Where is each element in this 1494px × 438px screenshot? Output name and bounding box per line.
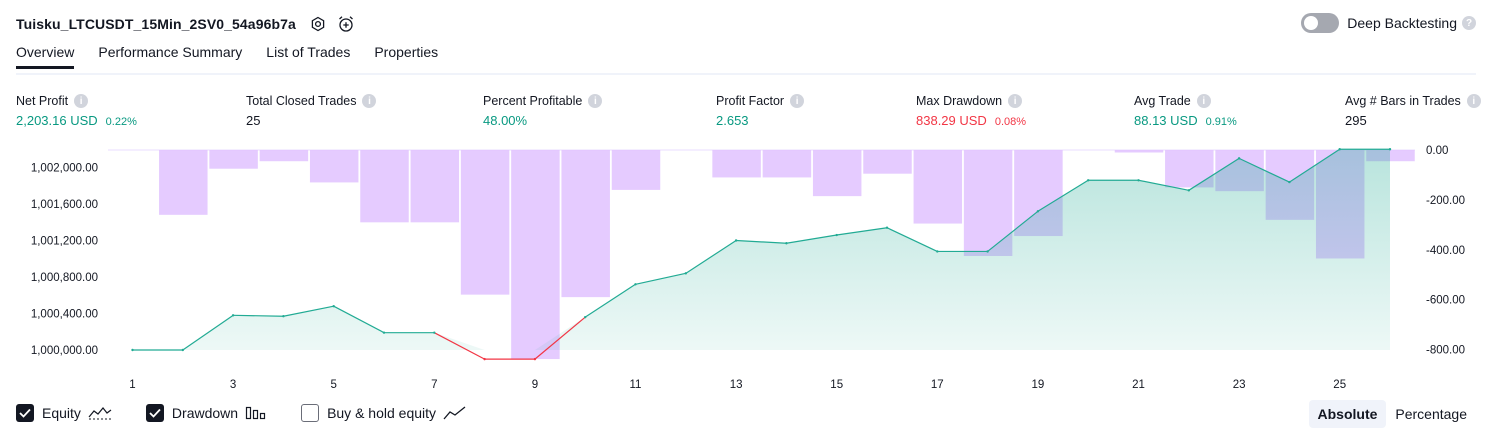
drawdown-bar xyxy=(309,150,359,183)
legend-buy-hold[interactable]: Buy & hold equity xyxy=(301,404,467,422)
x-tick-label: 15 xyxy=(830,379,843,391)
buy-hold-line-icon xyxy=(443,405,467,421)
equity-point xyxy=(231,314,235,317)
drawdown-bar xyxy=(812,150,862,197)
equity-point xyxy=(1036,210,1040,213)
legend-buy-hold-label: Buy & hold equity xyxy=(327,405,437,421)
equity-point xyxy=(1137,179,1140,182)
legend-drawdown-label: Drawdown xyxy=(171,405,239,421)
drawdown-bars-icon xyxy=(245,405,267,421)
x-tick-label: 23 xyxy=(1233,379,1246,391)
drawdown-bar xyxy=(1114,150,1164,153)
equity-point xyxy=(1187,189,1191,192)
drawdown-bar xyxy=(259,150,309,162)
equity-point xyxy=(986,250,989,253)
y-left-tick-label: 1,001,600.00 xyxy=(31,199,98,211)
legend-equity-label: Equity xyxy=(42,405,81,421)
equity-point xyxy=(282,315,285,318)
x-tick-label: 3 xyxy=(230,379,236,391)
chart-legend: Equity Drawdown Buy & hold equity xyxy=(16,404,501,422)
y-left-tick-label: 1,000,000.00 xyxy=(31,345,98,357)
x-tick-label: 19 xyxy=(1032,379,1045,391)
x-tick-label: 13 xyxy=(730,379,743,391)
equity-point xyxy=(634,283,637,286)
equity-point xyxy=(131,348,134,352)
equity-point xyxy=(382,331,386,334)
equity-point xyxy=(835,233,838,237)
y-right-tick-label: -600.00 xyxy=(1426,295,1465,307)
equity-point xyxy=(885,226,889,229)
equity-point xyxy=(584,315,587,319)
drawdown-bar xyxy=(561,150,610,298)
x-tick-label: 9 xyxy=(532,379,538,391)
equity-point xyxy=(936,250,939,253)
display-mode-switch: Absolute Percentage xyxy=(1308,400,1477,428)
equity-point xyxy=(533,357,537,361)
equity-point xyxy=(483,357,486,361)
x-tick-label: 25 xyxy=(1333,379,1346,391)
drawdown-bar xyxy=(159,150,208,215)
legend-drawdown[interactable]: Drawdown xyxy=(145,404,267,422)
equity-point xyxy=(785,242,788,245)
equity-point xyxy=(332,305,335,308)
y-left-tick-label: 1,000,400.00 xyxy=(31,309,98,321)
equity-point xyxy=(684,272,687,275)
equity-drawdown-chart: 1,000,000.00 1,000,400.00 1,000,800.00 1,00… xyxy=(31,145,1465,391)
equity-point xyxy=(181,348,184,352)
drawdown-bar xyxy=(360,150,409,223)
drawdown-bar xyxy=(209,150,258,169)
drawdown-bar xyxy=(863,150,912,174)
equity-checkbox[interactable] xyxy=(16,404,34,422)
legend-equity[interactable]: Equity xyxy=(16,404,112,422)
mode-absolute[interactable]: Absolute xyxy=(1308,400,1387,428)
y-right-tick-label: -400.00 xyxy=(1426,245,1465,257)
drawdown-bar xyxy=(460,150,510,295)
y-left-tick-label: 1,000,800.00 xyxy=(31,272,98,284)
equity-point xyxy=(1087,179,1090,182)
equity-point xyxy=(734,239,738,242)
x-tick-label: 7 xyxy=(431,379,437,391)
mode-percentage[interactable]: Percentage xyxy=(1386,400,1476,428)
y-right-tick-label: 0.00 xyxy=(1426,145,1448,157)
y-right-tick-label: -200.00 xyxy=(1426,195,1465,207)
drawdown-bar xyxy=(511,150,560,360)
y-left-tick-label: 1,002,000.00 xyxy=(31,163,98,175)
equity-point xyxy=(1237,157,1241,160)
drawdown-bar xyxy=(410,150,460,223)
equity-point xyxy=(1288,180,1291,184)
equity-line-icon xyxy=(88,405,112,421)
drawdown-checkbox[interactable] xyxy=(145,404,164,422)
drawdown-bar xyxy=(762,150,812,178)
buy-hold-checkbox[interactable] xyxy=(301,404,320,422)
x-tick-label: 21 xyxy=(1132,379,1145,391)
y-left-tick-label: 1,001,200.00 xyxy=(31,236,98,248)
x-tick-label: 5 xyxy=(330,379,336,391)
x-tick-label: 17 xyxy=(931,379,944,391)
drawdown-bar xyxy=(913,150,963,224)
equity-point xyxy=(1388,148,1392,151)
equity-point xyxy=(433,331,436,334)
drawdown-bar xyxy=(611,150,661,190)
drawdown-bar xyxy=(712,150,761,178)
x-tick-label: 1 xyxy=(129,379,135,391)
x-tick-label: 11 xyxy=(630,379,642,391)
equity-point xyxy=(1338,148,1341,151)
y-right-tick-label: -800.00 xyxy=(1426,345,1465,357)
